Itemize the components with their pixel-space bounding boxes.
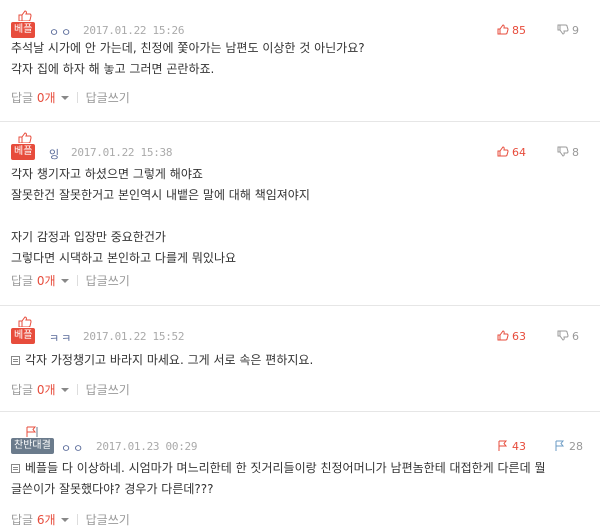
thumbs-up-badge-icon bbox=[18, 132, 32, 143]
comment-header: 베플 ㅋㅋ 2017.01.22 15:52 63 6 bbox=[11, 316, 601, 346]
upvote-count: 43 bbox=[512, 440, 526, 453]
best-reply-icon bbox=[11, 356, 20, 365]
versus-badge: 찬반대결 bbox=[11, 426, 55, 456]
downvote-count: 8 bbox=[572, 146, 579, 159]
comment-item: 찬반대결 ㅇㅇ 2017.01.23 00:29 43 28 베플들 다 이상하… bbox=[0, 426, 600, 528]
badge-label: 베플 bbox=[11, 144, 36, 160]
chevron-down-icon bbox=[60, 518, 69, 522]
reply-label: 답글 bbox=[11, 91, 34, 105]
chevron-down-icon bbox=[60, 279, 69, 283]
reply-count: 6개 bbox=[36, 513, 56, 527]
reply-count: 0개 bbox=[36, 91, 56, 105]
divider bbox=[76, 514, 78, 525]
comment-header: 베플 ㅇㅇ 2017.01.22 15:26 85 9 bbox=[11, 10, 601, 40]
comment-body: 각자 챙기자고 하셨으면 그렇게 해야죠 잘못한건 잘못한거고 본인역시 내뱉은… bbox=[11, 167, 310, 265]
divider bbox=[76, 384, 78, 395]
reply-toggle[interactable]: 답글 0개 bbox=[11, 383, 69, 397]
flag-up-icon bbox=[498, 440, 508, 451]
timestamp: 2017.01.22 15:38 bbox=[71, 146, 173, 159]
comment-footer: 답글 0개 답글쓰기 bbox=[11, 274, 130, 288]
timestamp: 2017.01.22 15:52 bbox=[83, 330, 185, 343]
best-badge: 베플 bbox=[11, 10, 39, 40]
upvote-button[interactable]: 63 bbox=[497, 330, 526, 343]
comment-item: 베플 잉 2017.01.22 15:38 64 8 각자 챙기자고 하셨으면 … bbox=[0, 132, 600, 306]
comment-item: 베플 ㅋㅋ 2017.01.22 15:52 63 6 각자 가정챙기고 바라지… bbox=[0, 316, 600, 412]
flag-down-icon bbox=[555, 440, 565, 451]
reply-label: 답글 bbox=[11, 513, 34, 527]
comment-list: 베플 ㅇㅇ 2017.01.22 15:26 85 9 추석날 시가에 안 가는… bbox=[0, 0, 609, 528]
badge-label: 찬반대결 bbox=[11, 438, 54, 454]
timestamp: 2017.01.23 00:29 bbox=[96, 440, 198, 453]
comment-text: 베플들 다 이상하네. 시엄마가 며느리한테 한 짓거리들이랑 친정어머니가 남… bbox=[11, 461, 546, 496]
reply-toggle[interactable]: 답글 0개 bbox=[11, 91, 69, 105]
upvote-count: 85 bbox=[512, 24, 526, 37]
upvote-button[interactable]: 85 bbox=[497, 24, 526, 37]
comment-header: 베플 잉 2017.01.22 15:38 64 8 bbox=[11, 132, 601, 162]
chevron-down-icon bbox=[60, 388, 69, 392]
thumbs-up-icon bbox=[497, 24, 509, 35]
thumbs-up-badge-icon bbox=[18, 10, 32, 21]
upvote-count: 64 bbox=[512, 146, 526, 159]
best-badge: 베플 bbox=[11, 316, 39, 346]
thumbs-down-icon bbox=[557, 330, 569, 341]
divider bbox=[76, 92, 78, 103]
write-reply-link[interactable]: 답글쓰기 bbox=[86, 513, 130, 527]
chevron-down-icon bbox=[60, 96, 69, 100]
write-reply-link[interactable]: 답글쓰기 bbox=[86, 274, 130, 288]
best-reply-icon bbox=[11, 464, 20, 473]
downvote-count: 9 bbox=[572, 24, 579, 37]
comment-body: 추석날 시가에 안 가는데, 친정에 쫓아가는 남편도 이상한 것 아닌가요? … bbox=[11, 41, 365, 76]
thumbs-down-icon bbox=[557, 24, 569, 35]
thumbs-up-icon bbox=[497, 146, 509, 157]
comment-footer: 답글 0개 답글쓰기 bbox=[11, 91, 130, 105]
downvote-button[interactable]: 28 bbox=[554, 440, 583, 453]
badge-label: 베플 bbox=[11, 328, 36, 344]
timestamp: 2017.01.22 15:26 bbox=[83, 24, 185, 37]
write-reply-link[interactable]: 답글쓰기 bbox=[86, 383, 130, 397]
write-reply-link[interactable]: 답글쓰기 bbox=[86, 91, 130, 105]
thumbs-up-badge-icon bbox=[18, 316, 32, 327]
downvote-count: 28 bbox=[569, 440, 583, 453]
reply-toggle[interactable]: 답글 0개 bbox=[11, 274, 69, 288]
upvote-count: 63 bbox=[512, 330, 526, 343]
nickname[interactable]: 잉 bbox=[49, 146, 61, 162]
comment-footer: 답글 6개 답글쓰기 bbox=[11, 513, 130, 527]
comment-footer: 답글 0개 답글쓰기 bbox=[11, 383, 130, 397]
comment-body: 각자 가정챙기고 바라지 마세요. 그게 서로 속은 편하지요. bbox=[11, 350, 313, 371]
downvote-button[interactable]: 6 bbox=[557, 330, 579, 343]
comment-body: 베플들 다 이상하네. 시엄마가 며느리한테 한 짓거리들이랑 친정어머니가 남… bbox=[11, 458, 546, 500]
divider bbox=[76, 275, 78, 286]
badge-label: 베플 bbox=[11, 22, 36, 38]
reply-toggle[interactable]: 답글 6개 bbox=[11, 513, 69, 527]
nickname[interactable]: ㅇㅇ bbox=[61, 440, 85, 456]
reply-label: 답글 bbox=[11, 274, 34, 288]
reply-count: 0개 bbox=[36, 274, 56, 288]
comment-header: 찬반대결 ㅇㅇ 2017.01.23 00:29 43 28 bbox=[11, 426, 601, 456]
comment-item: 베플 ㅇㅇ 2017.01.22 15:26 85 9 추석날 시가에 안 가는… bbox=[0, 10, 600, 122]
reply-count: 0개 bbox=[36, 383, 56, 397]
downvote-count: 6 bbox=[572, 330, 579, 343]
versus-flag-icon bbox=[26, 426, 38, 437]
downvote-button[interactable]: 9 bbox=[557, 24, 579, 37]
nickname[interactable]: ㅋㅋ bbox=[49, 330, 73, 346]
upvote-button[interactable]: 43 bbox=[497, 440, 526, 453]
comment-text: 각자 가정챙기고 바라지 마세요. 그게 서로 속은 편하지요. bbox=[25, 353, 314, 367]
best-badge: 베플 bbox=[11, 132, 39, 162]
reply-label: 답글 bbox=[11, 383, 34, 397]
thumbs-down-icon bbox=[557, 146, 569, 157]
upvote-button[interactable]: 64 bbox=[497, 146, 526, 159]
thumbs-up-icon bbox=[497, 330, 509, 341]
downvote-button[interactable]: 8 bbox=[557, 146, 579, 159]
